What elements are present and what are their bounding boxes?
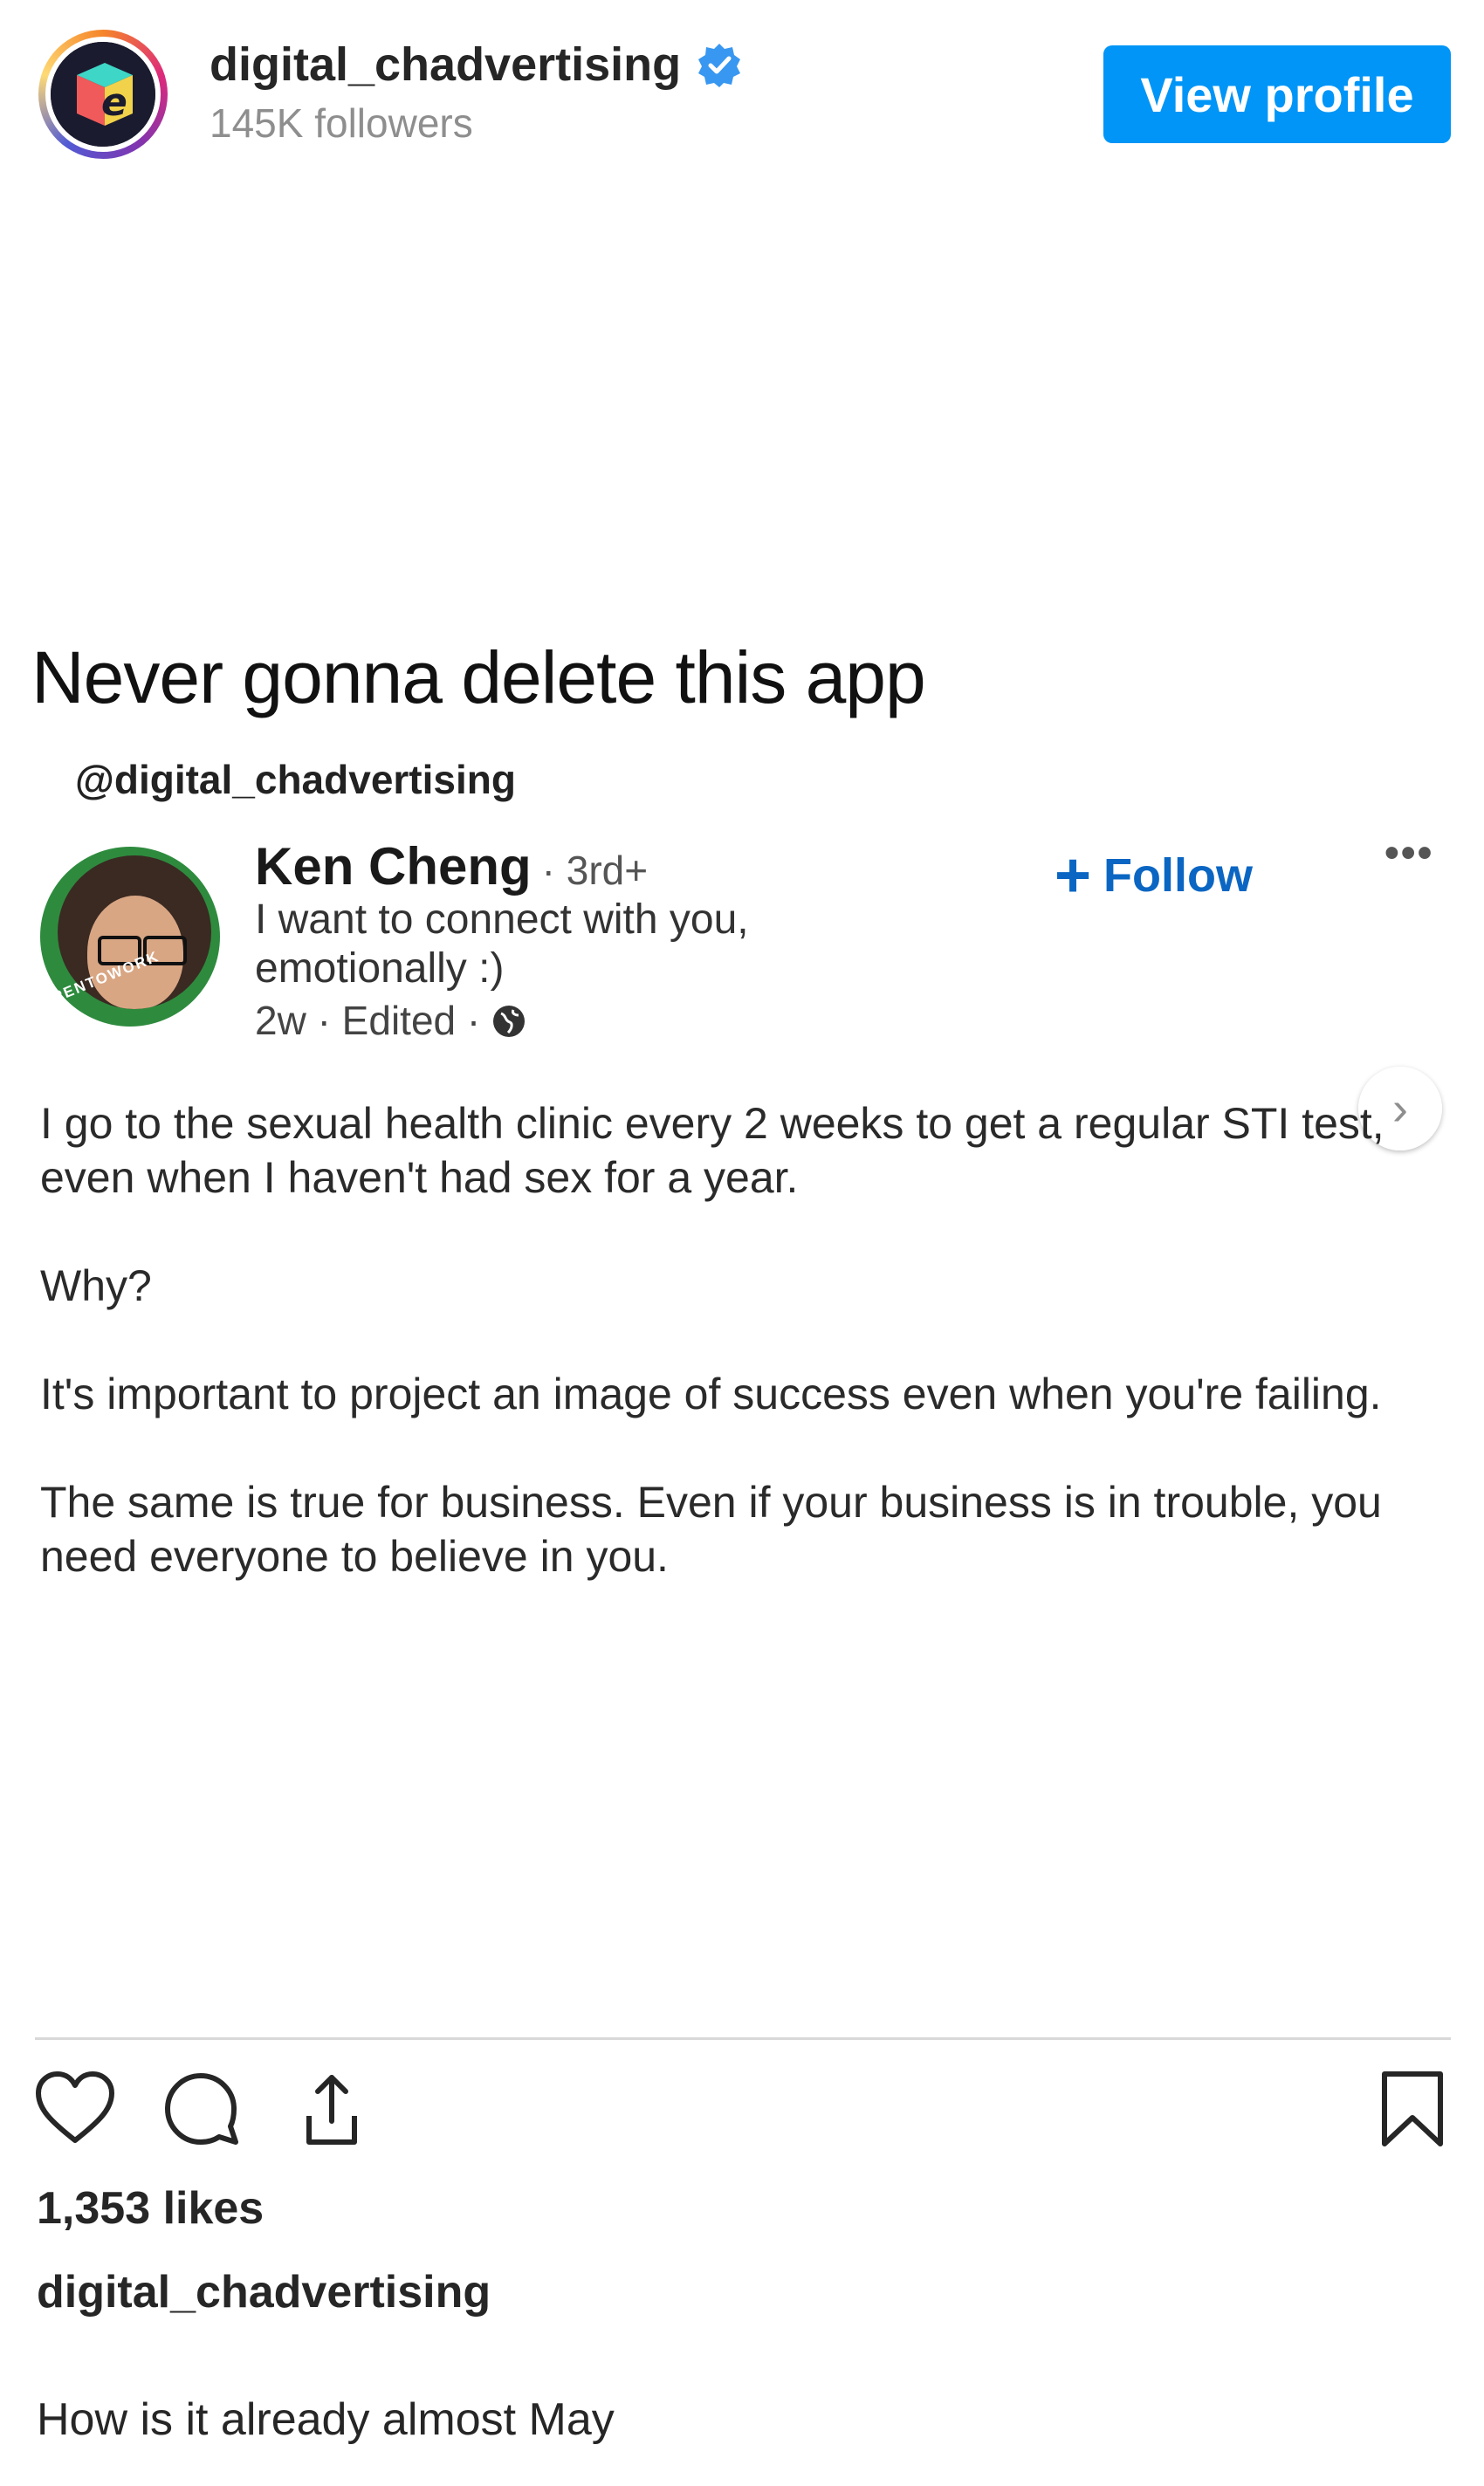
divider	[35, 2037, 1451, 2040]
linkedin-post-meta: 2w · Edited ·	[255, 997, 527, 1044]
post-paragraph: Why?	[40, 1261, 152, 1310]
linkedin-follow-button: + Follow	[1055, 841, 1254, 910]
plus-icon: +	[1055, 841, 1092, 910]
heart-icon[interactable]	[33, 2067, 117, 2151]
caption-username[interactable]: digital_chadvertising	[37, 2266, 491, 2318]
share-icon[interactable]	[283, 2067, 367, 2151]
post-paragraph: The same is true for business. Even if y…	[40, 1478, 1382, 1581]
svg-text:e: e	[101, 80, 127, 125]
caption-text: How is it already almost May	[37, 2394, 615, 2445]
linkedin-author-name: Ken Cheng	[255, 837, 532, 896]
post-paragraph: I go to the sexual health clinic every 2…	[40, 1099, 1384, 1202]
comment-icon[interactable]	[159, 2067, 243, 2151]
meme-title: Never gonna delete this app	[31, 636, 926, 718]
embed-header: e digital_chadvertising 145K followers V…	[0, 0, 1484, 175]
globe-icon	[491, 1002, 527, 1039]
instagram-embed: e digital_chadvertising 145K followers V…	[0, 0, 1484, 2486]
linkedin-post-body: I go to the sexual health clinic every 2…	[40, 1096, 1454, 1638]
like-count[interactable]: 1,353 likes	[37, 2182, 264, 2235]
view-profile-button[interactable]: View profile	[1103, 45, 1451, 143]
account-name[interactable]: digital_chadvertising	[210, 38, 681, 92]
meme-watermark-handle: @digital_chadvertising	[75, 757, 516, 802]
bookmark-icon[interactable]	[1371, 2067, 1454, 2151]
follower-count: 145K followers	[210, 100, 473, 146]
verified-badge-icon	[697, 42, 742, 87]
account-avatar[interactable]: e	[38, 30, 168, 159]
connection-degree: · 3rd+	[541, 848, 649, 893]
post-paragraph: It's important to project an image of su…	[40, 1370, 1382, 1418]
brand-logo-icon: e	[51, 42, 155, 147]
linkedin-author-headline: I want to connect with you, emotionally …	[255, 896, 749, 992]
more-icon: •••	[1384, 830, 1434, 876]
